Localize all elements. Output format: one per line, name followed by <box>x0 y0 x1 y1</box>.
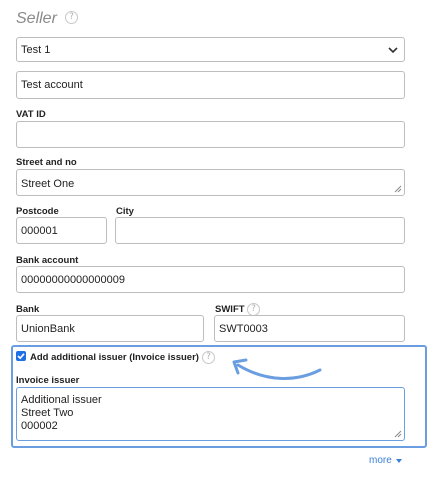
vat-id-label: VAT ID <box>16 109 46 120</box>
resize-handle-icon[interactable] <box>394 430 402 438</box>
swift-label: SWIFT <box>215 304 245 315</box>
invoice-issuer-line: Street Two <box>21 407 74 419</box>
help-icon[interactable]: ? <box>65 11 78 24</box>
swift-input[interactable]: SWT0003 <box>214 315 405 342</box>
bank-input[interactable]: UnionBank <box>16 315 204 342</box>
curved-arrow-icon <box>232 358 322 380</box>
bank-value: UnionBank <box>21 322 75 335</box>
postcode-value: 000001 <box>21 224 58 237</box>
section-title: Seller <box>16 10 57 27</box>
postcode-input[interactable]: 000001 <box>16 217 107 244</box>
more-link[interactable]: more <box>369 455 403 466</box>
street-value: Street One <box>21 178 75 190</box>
resize-handle-icon[interactable] <box>394 185 402 193</box>
seller-select-value: Test 1 <box>21 43 51 56</box>
check-icon <box>17 353 25 360</box>
swift-value: SWT0003 <box>219 322 268 335</box>
bank-account-value: 00000000000000009 <box>21 273 126 286</box>
bank-account-label: Bank account <box>16 255 79 266</box>
vat-id-input[interactable] <box>16 121 405 148</box>
account-name-input[interactable]: Test account <box>16 71 405 99</box>
invoice-issuer-label: Invoice issuer <box>16 375 80 386</box>
chevron-down-icon <box>388 46 398 53</box>
bank-account-input[interactable]: 00000000000000009 <box>16 266 405 293</box>
city-input[interactable] <box>115 217 405 244</box>
city-label: City <box>116 206 134 217</box>
street-label: Street and no <box>16 157 77 168</box>
issuer-help-icon[interactable]: ? <box>202 351 215 364</box>
invoice-issuer-line: 000002 <box>21 420 58 432</box>
street-textarea[interactable]: Street One <box>16 169 405 196</box>
seller-select[interactable]: Test 1 <box>16 37 405 62</box>
bank-label: Bank <box>16 304 40 315</box>
invoice-issuer-line: Additional issuer <box>21 394 102 406</box>
postcode-label: Postcode <box>16 206 59 217</box>
invoice-issuer-textarea[interactable]: Additional issuer Street Two 000002 <box>16 387 405 441</box>
additional-issuer-checkbox[interactable] <box>16 351 26 361</box>
more-label: more <box>369 455 392 466</box>
additional-issuer-label[interactable]: Add additional issuer (Invoice issuer) <box>30 352 199 363</box>
caret-down-icon <box>395 458 402 463</box>
account-name-value: Test account <box>21 79 83 91</box>
